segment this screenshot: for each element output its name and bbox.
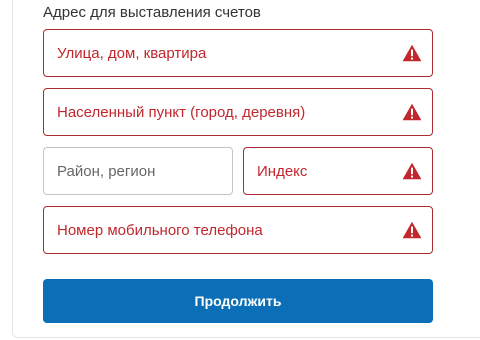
city-input[interactable] bbox=[44, 89, 432, 135]
postal-code-field bbox=[243, 147, 433, 195]
warning-icon bbox=[402, 103, 422, 121]
phone-field bbox=[43, 206, 433, 254]
section-title: Адрес для выставления счетов bbox=[43, 4, 261, 21]
city-field bbox=[43, 88, 433, 136]
street-field bbox=[43, 29, 433, 77]
continue-button[interactable]: Продолжить bbox=[43, 279, 433, 323]
phone-input[interactable] bbox=[44, 207, 432, 253]
region-input[interactable] bbox=[44, 148, 232, 194]
region-field bbox=[43, 147, 233, 195]
street-input[interactable] bbox=[44, 30, 432, 76]
warning-icon bbox=[402, 44, 422, 62]
warning-icon bbox=[402, 162, 422, 180]
warning-icon bbox=[402, 221, 422, 239]
